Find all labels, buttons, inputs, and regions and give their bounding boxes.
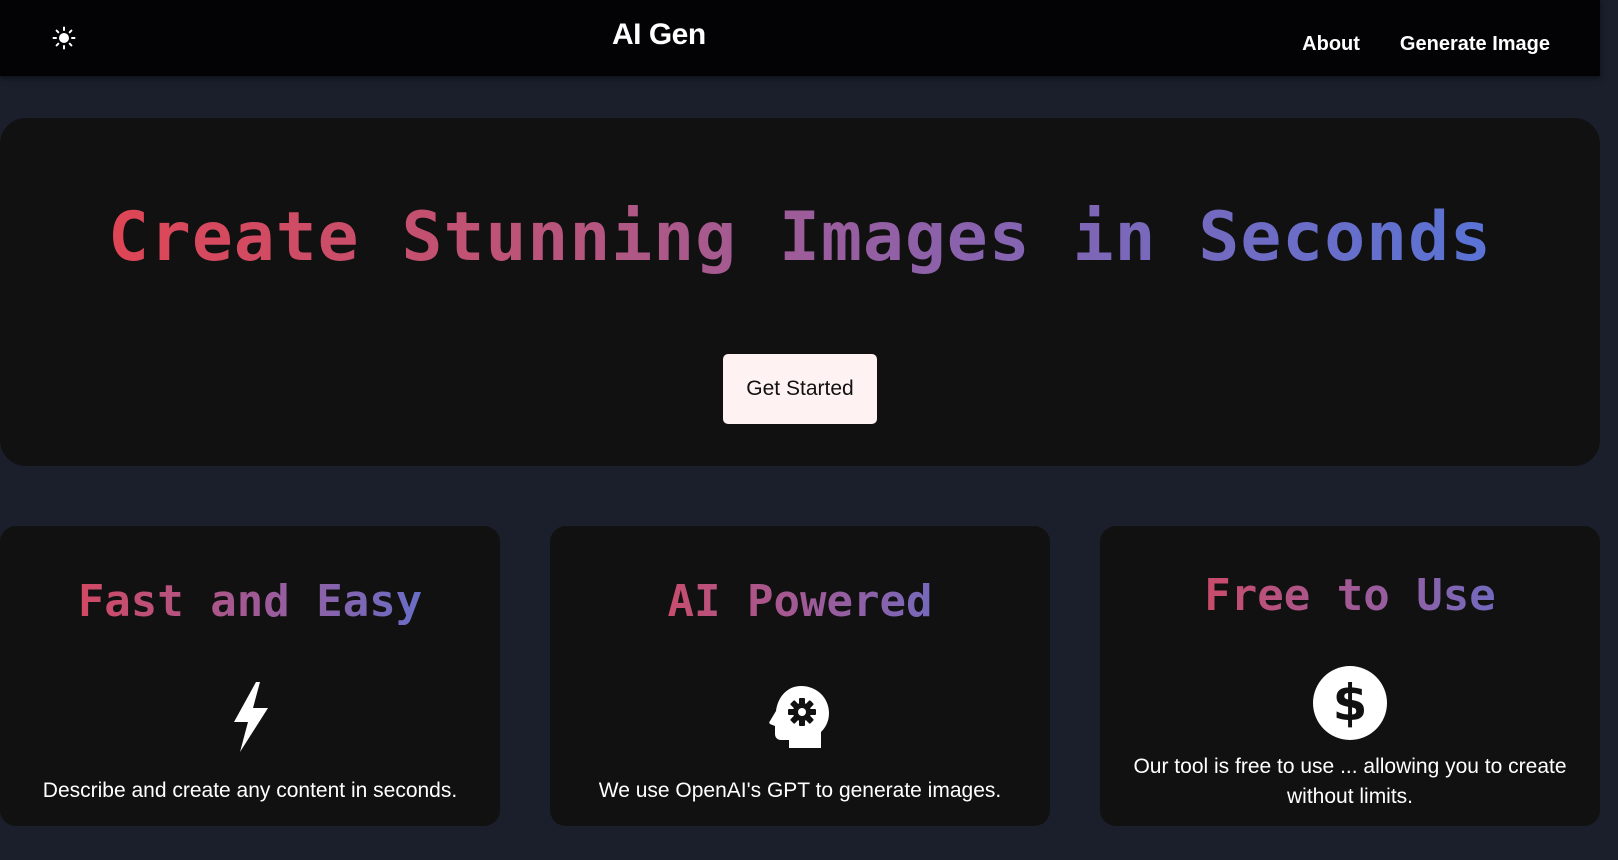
feature-title: AI Powered: [550, 576, 1050, 627]
brand-logo[interactable]: AI Gen: [612, 18, 706, 52]
nav-link-about[interactable]: About: [1302, 33, 1360, 56]
feature-card-fast-and-easy: Fast and Easy Describe and create any co…: [0, 526, 500, 826]
nav-links: About Generate Image: [1302, 33, 1550, 56]
feature-description: Describe and create any content in secon…: [42, 779, 458, 802]
get-started-button[interactable]: Get Started: [723, 354, 877, 424]
feature-card-free-to-use: Free to Use $ Our tool is free to use ..…: [1100, 526, 1600, 826]
feature-title: Fast and Easy: [0, 576, 500, 627]
feature-description: We use OpenAI's GPT to generate images.: [598, 779, 1002, 802]
hero-section: Create Stunning Images in Seconds Get St…: [0, 118, 1600, 466]
page: AI Gen About Generate Image Create Stunn…: [0, 0, 1618, 860]
head-gear-icon: [769, 684, 831, 750]
feature-description: Our tool is free to use ... allowing you…: [1133, 755, 1567, 808]
feature-card-ai-powered: AI Powered We use OpenAI's GPT to genera…: [550, 526, 1050, 826]
feature-title: Free to Use: [1100, 570, 1600, 621]
navbar: AI Gen About Generate Image: [0, 0, 1600, 76]
theme-toggle-button[interactable]: [50, 24, 78, 52]
sun-icon: [52, 26, 76, 50]
hero-title: Create Stunning Images in Seconds: [0, 198, 1600, 277]
lightning-bolt-icon: [228, 682, 272, 752]
nav-link-generate-image[interactable]: Generate Image: [1400, 33, 1550, 56]
svg-text:$: $: [1333, 674, 1368, 732]
dollar-circle-icon: $: [1313, 666, 1387, 740]
